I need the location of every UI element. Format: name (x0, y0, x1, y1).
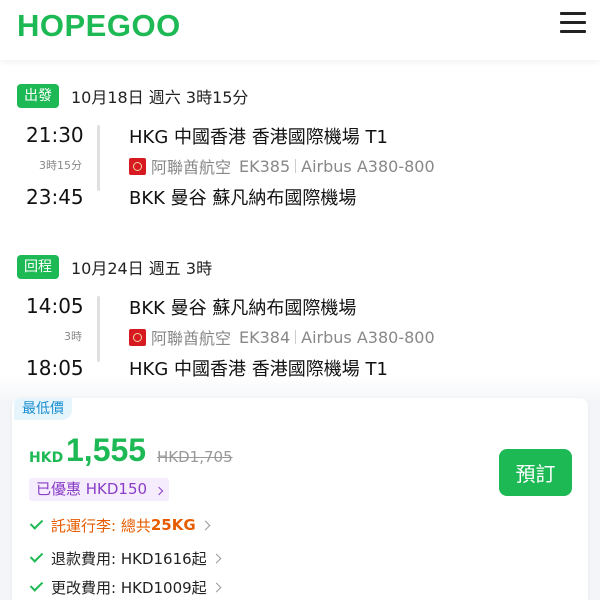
outbound-airline-row: 阿聯酋航空 EK385 Airbus A380-800 (129, 155, 435, 177)
change-info[interactable]: 更改費用: HKD1009起 (29, 576, 222, 598)
discount-badge[interactable]: 已優惠 HKD150 (29, 478, 169, 501)
check-icon (29, 579, 45, 595)
divider (295, 330, 297, 344)
return-timeline (97, 296, 100, 362)
outbound-airline: 阿聯酋航空 (151, 158, 232, 177)
baggage-value: 25KG (150, 516, 196, 534)
chevron-right-icon (200, 520, 211, 530)
hopegoo-logo[interactable]: HOPEGOO (17, 6, 181, 46)
emirates-logo-icon (129, 157, 146, 175)
outbound-arrive-time: 23:45 (26, 185, 84, 209)
outbound-date-duration: 10月18日 週六 3時15分 (71, 88, 249, 107)
discount-text: 已優惠 HKD150 (36, 480, 148, 498)
outbound-from-airport: HKG 中國香港 香港國際機場 T1 (129, 127, 388, 148)
outbound-header: 出發 10月18日 週六 3時15分 (17, 84, 248, 108)
return-duration: 3時 (64, 330, 82, 343)
price-amount: 1,555 (66, 432, 147, 468)
outbound-badge: 出發 (17, 84, 59, 108)
outbound-to-airport: BKK 曼谷 蘇凡納布國際機場 (129, 188, 357, 209)
outbound-aircraft: Airbus A380-800 (301, 156, 435, 176)
baggage-info[interactable]: 託運行李: 總共 25KG (29, 514, 211, 536)
return-from-airport: BKK 曼谷 蘇凡納布國際機場 (129, 298, 357, 319)
return-airline: 阿聯酋航空 (151, 329, 232, 348)
check-icon (29, 550, 45, 566)
original-price: HKD1,705 (157, 448, 233, 466)
change-text: 更改費用: HKD1009起 (51, 578, 207, 597)
return-aircraft: Airbus A380-800 (301, 327, 435, 347)
chevron-right-icon (211, 582, 222, 592)
price-currency: HKD (29, 450, 64, 466)
hamburger-menu-icon[interactable] (560, 12, 586, 34)
return-flight-no: EK384 (239, 327, 291, 347)
return-badge: 回程 (17, 255, 59, 279)
divider (295, 159, 297, 173)
outbound-timeline (97, 125, 100, 191)
emirates-logo-icon (129, 328, 146, 346)
app-header: HOPEGOO (0, 0, 600, 60)
baggage-label: 託運行李: 總共 (51, 516, 151, 535)
chevron-right-icon (154, 486, 164, 496)
outbound-duration: 3時15分 (39, 159, 82, 172)
chevron-right-icon (211, 553, 222, 563)
return-header: 回程 10月24日 週五 3時 (17, 255, 212, 279)
refund-info[interactable]: 退款費用: HKD1616起 (29, 547, 222, 569)
outbound-flight-no: EK385 (239, 156, 291, 176)
refund-text: 退款費用: HKD1616起 (51, 549, 207, 568)
return-airline-row: 阿聯酋航空 EK384 Airbus A380-800 (129, 326, 435, 348)
return-date-duration: 10月24日 週五 3時 (71, 259, 213, 278)
book-button[interactable]: 預訂 (499, 449, 572, 496)
check-icon (29, 517, 45, 533)
outbound-depart-time: 21:30 (26, 123, 84, 147)
cheapest-tag: 最低價 (14, 398, 72, 420)
return-depart-time: 14:05 (26, 294, 84, 318)
